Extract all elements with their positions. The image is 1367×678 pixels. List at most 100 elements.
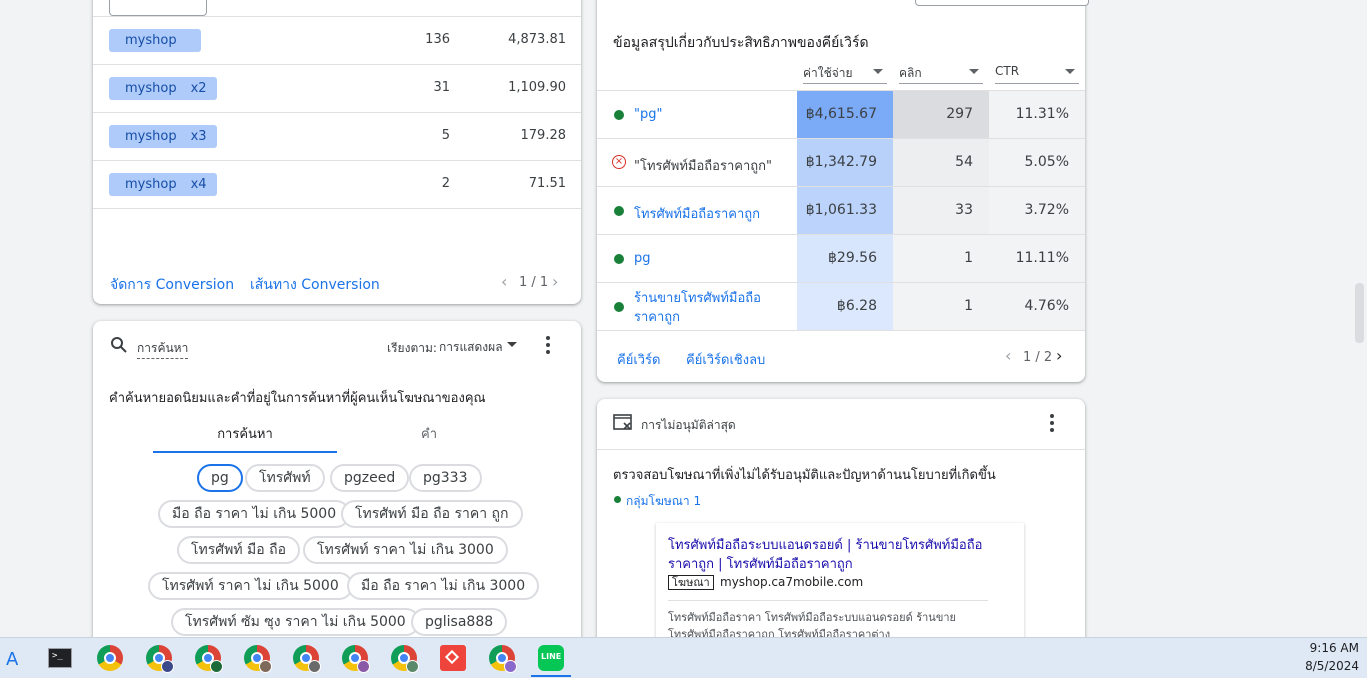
chrome-profile-icon[interactable]	[391, 645, 419, 673]
chrome-profile-icon[interactable]	[489, 645, 517, 673]
conversion-count: 136	[425, 32, 450, 47]
keyword-clicks: 1	[893, 235, 989, 282]
anydesk-icon[interactable]	[440, 645, 466, 671]
search-term-chip[interactable]: มือ ถือ ราคา ไม่ เกิน 3000	[347, 572, 540, 600]
sort-arrow-icon	[873, 69, 883, 74]
keyword-row[interactable]: ร้านขายโทรศัพท์มือถือราคาถูก ฿6.28 1 4.7…	[597, 283, 1085, 331]
tab-words[interactable]: คำ	[337, 423, 521, 444]
date-range-button[interactable]	[915, 0, 1089, 6]
keywords-link[interactable]: คีย์เวิร์ด	[617, 349, 660, 370]
tab-search[interactable]: การค้นหา	[153, 423, 337, 444]
chrome-profile-icon[interactable]	[244, 645, 272, 673]
ad-group-link[interactable]: กลุ่มโฆษณา 1	[626, 492, 701, 511]
conversion-count: 5	[441, 128, 450, 143]
line-icon[interactable]: LINE	[538, 645, 564, 671]
search-term-chip[interactable]: โทรศัพท์ ราคา ไม่ เกิน 5000	[148, 572, 353, 600]
chrome-profile-icon[interactable]	[146, 645, 174, 673]
search-term-chip[interactable]: pgzeed	[330, 464, 410, 492]
chevron-left-icon[interactable]: ‹	[501, 272, 507, 291]
keyword-text[interactable]: "โทรศัพท์มือถือราคาถูก"	[634, 155, 772, 176]
keyword-cost: ฿1,061.33	[797, 187, 893, 234]
keyword-ctr: 3.72%	[989, 187, 1085, 234]
sort-arrow-icon	[969, 69, 979, 74]
keyword-cost: ฿29.56	[797, 235, 893, 282]
dropdown-arrow-icon[interactable]	[507, 342, 517, 347]
search-header-label[interactable]: การค้นหา	[137, 339, 189, 359]
keyword-text[interactable]: โทรศัพท์มือถือราคาถูก	[634, 203, 760, 224]
start-icon[interactable]: A	[2, 645, 28, 671]
keyword-cost: ฿6.28	[797, 283, 893, 330]
ad-url: myshop.ca7mobile.com	[720, 575, 864, 589]
keyword-row[interactable]: โทรศัพท์มือถือราคาถูก ฿1,061.33 33 3.72%	[597, 187, 1085, 235]
keyword-row[interactable]: pg ฿29.56 1 11.11%	[597, 235, 1085, 283]
column-clicks-header[interactable]: คลิก	[899, 64, 983, 84]
search-term-chip[interactable]: โทรศัพท์ มือ ถือ ราคา ถูก	[341, 500, 523, 528]
search-term-chip[interactable]: pg	[197, 464, 243, 492]
divider	[597, 449, 1085, 450]
conversion-name-chip[interactable]: myshop x4	[109, 173, 217, 196]
search-term-chip[interactable]: pglisa888	[411, 608, 508, 636]
keyword-ctr: 4.76%	[989, 283, 1085, 330]
sort-dropdown[interactable]: การแสดงผล	[439, 338, 503, 357]
conversion-name-chip[interactable]: myshop x3	[109, 125, 217, 148]
conversion-card: myshop 136 4,873.81 myshop x2 31 1,109.90…	[93, 0, 581, 304]
search-term-chip[interactable]: มือ ถือ ราคา ไม่ เกิน 5000	[158, 500, 351, 528]
search-term-chip[interactable]: โทรศัพท์	[245, 464, 325, 492]
keyword-clicks: 1	[893, 283, 989, 330]
scrollbar-thumb[interactable]	[1355, 283, 1364, 343]
pagination-label: 1 / 1	[519, 275, 549, 290]
status-active-icon	[614, 496, 621, 503]
keyword-row[interactable]: × "โทรศัพท์มือถือราคาถูก" ฿1,342.79 54 5…	[597, 139, 1085, 187]
chrome-profile-icon[interactable]	[293, 645, 321, 673]
clock-time[interactable]: 9:16 AM	[1310, 641, 1359, 655]
pagination-label: 1 / 2	[1023, 350, 1053, 365]
chevron-left-icon[interactable]: ‹	[1005, 346, 1011, 365]
conversion-value: 179.28	[520, 128, 567, 143]
keyword-card-title: ข้อมูลสรุปเกี่ยวกับประสิทธิภาพของคีย์เวิ…	[613, 35, 869, 51]
keyword-row[interactable]: "pg" ฿4,615.67 297 11.31%	[597, 91, 1085, 139]
keyword-clicks: 297	[893, 91, 989, 138]
keyword-text[interactable]: pg	[634, 251, 651, 266]
negative-keywords-link[interactable]: คีย์เวิร์ดเชิงลบ	[686, 349, 765, 370]
status-active-icon	[614, 302, 624, 312]
keyword-text[interactable]: ร้านขายโทรศัพท์มือถือราคาถูก	[634, 289, 784, 327]
terminal-icon[interactable]: >_	[48, 648, 72, 668]
search-icon	[111, 337, 127, 353]
keyword-cost: ฿4,615.67	[797, 91, 893, 138]
more-vert-icon[interactable]	[1050, 414, 1054, 432]
search-term-chip[interactable]: โทรศัพท์ ซัม ซุง ราคา ไม่ เกิน 5000	[171, 608, 420, 636]
ad-badge: โฆษณา	[668, 575, 714, 590]
svg-text:A: A	[6, 649, 19, 670]
search-term-chip[interactable]: โทรศัพท์ มือ ถือ	[177, 536, 301, 564]
conversion-name-chip[interactable]: myshop	[109, 29, 201, 52]
search-term-chip[interactable]: โทรศัพท์ ราคา ไม่ เกิน 3000	[303, 536, 508, 564]
conversion-count: 2	[441, 176, 450, 191]
ad-headline[interactable]: โทรศัพท์มือถือระบบแอนดรอยด์ | ร้านขายโทร…	[668, 536, 988, 574]
filter-chip-remnant[interactable]	[109, 0, 207, 16]
chevron-right-icon[interactable]: ›	[552, 272, 558, 291]
conversion-path-link[interactable]: เส้นทาง Conversion	[250, 274, 380, 296]
chevron-right-icon[interactable]: ›	[1056, 346, 1062, 365]
conversion-count: 31	[433, 80, 450, 95]
search-term-chip[interactable]: pg333	[409, 464, 482, 492]
column-ctr-header[interactable]: CTR	[995, 64, 1079, 84]
conversion-name-chip[interactable]: myshop x2	[109, 77, 217, 100]
chrome-profile-icon[interactable]	[195, 645, 223, 673]
more-vert-icon[interactable]	[546, 336, 550, 354]
manage-conversion-link[interactable]: จัดการ Conversion	[110, 274, 234, 296]
taskbar: A >_ LINE 9:16 AM 8/5/2024	[0, 637, 1367, 678]
status-error-icon: ×	[612, 155, 626, 169]
keyword-ctr: 11.31%	[989, 91, 1085, 138]
tab-indicator	[153, 451, 337, 453]
conversion-row: myshop x2 31 1,109.90	[93, 65, 581, 113]
conversion-value: 71.51	[528, 176, 566, 191]
status-active-icon	[614, 110, 624, 120]
conversion-row: myshop x4 2 71.51	[93, 161, 581, 209]
chrome-profile-icon[interactable]	[342, 645, 370, 673]
keyword-ctr: 11.11%	[989, 235, 1085, 282]
clock-date[interactable]: 8/5/2024	[1305, 659, 1359, 673]
chrome-icon[interactable]	[97, 645, 123, 671]
column-cost-header[interactable]: ค่าใช้จ่าย	[803, 64, 887, 84]
ad-preview[interactable]: โทรศัพท์มือถือระบบแอนดรอยด์ | ร้านขายโทร…	[656, 523, 1024, 651]
keyword-text[interactable]: "pg"	[634, 107, 662, 122]
